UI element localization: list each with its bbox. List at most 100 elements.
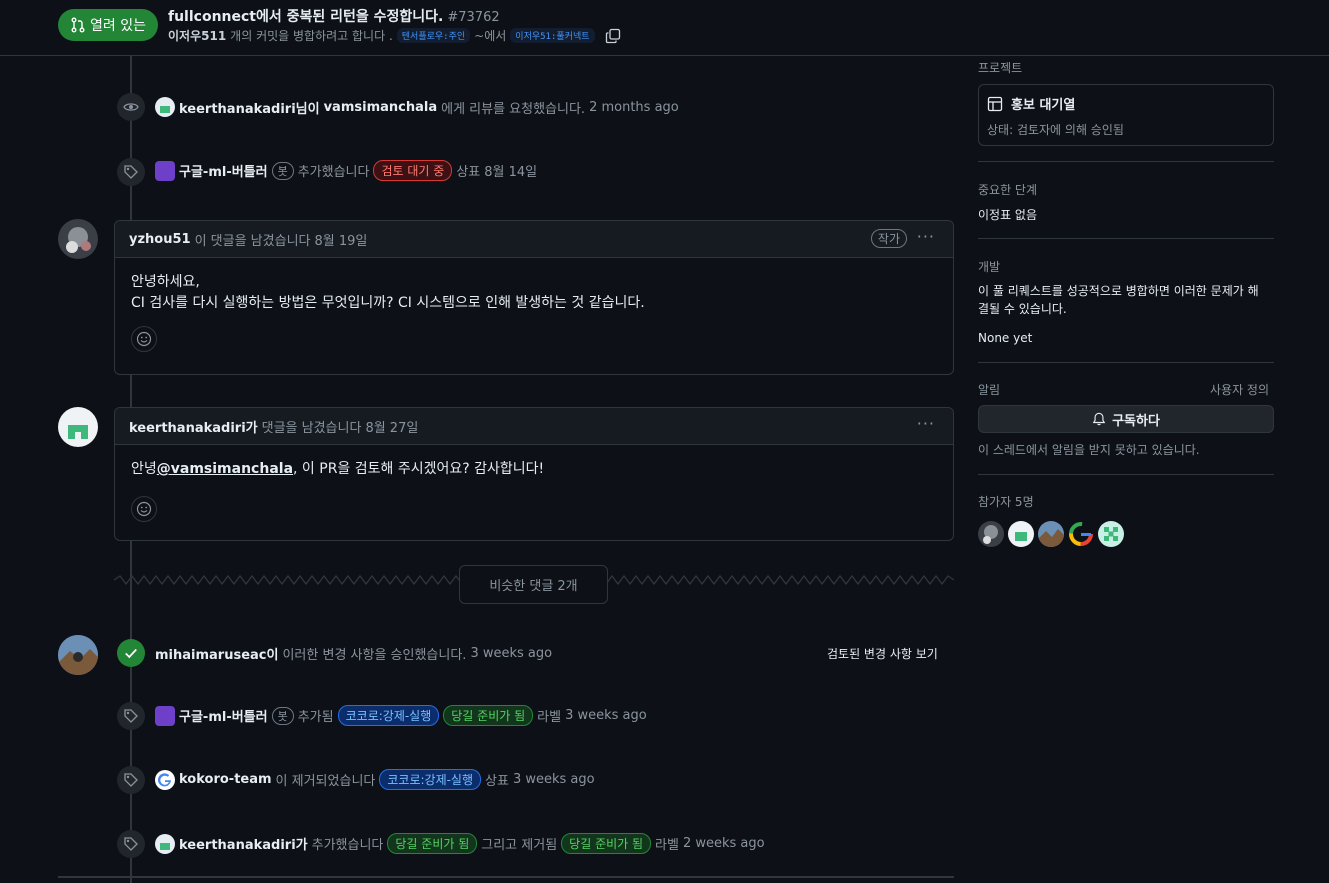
subscribe-label: 구독하다 [1112,413,1160,429]
event-time[interactable]: 3 weeks ago [565,708,647,723]
bot-badge: 봇 [271,161,294,180]
avatar[interactable] [155,833,175,854]
pr-state-label: 열려 있는 [90,18,146,34]
event-suffix: 상표 [485,774,509,789]
comment-body: 안녕@vamsimanchala, 이 PR을 검토해 주시겠어요? 감사합니다… [115,445,953,536]
project-card[interactable]: 홍보 대기열 상태: 검토자에 의해 승인됨 [978,84,1274,146]
avatar[interactable] [155,97,175,117]
user-mention[interactable]: @vamsimanchala [157,461,293,477]
base-branch[interactable]: 텐서플로우:주인 [396,28,471,43]
participant-avatar[interactable] [978,521,1004,547]
avatar[interactable] [58,407,98,447]
pr-title: fullconnect에서 중복된 리턴을 수정합니다. #73762 [168,6,500,26]
label-event-2: 구글-ml-버틀러 봇 추가됨 코코로:강제-실행 당길 준비가 됨 라벨 3 … [155,705,647,726]
label-event-4: keerthanakadiri가 추가했습니다 당길 준비가 됨 그리고 제거됨… [155,833,765,854]
view-reviewed-changes-link[interactable]: 검토된 변경 사항 보기 [827,645,938,662]
comment-time[interactable]: 8월 19일 [314,230,367,249]
comment-author[interactable]: keerthanakadiri가 [129,417,258,436]
label-awaiting-review[interactable]: 검토 대기 중 [373,160,453,181]
tag-icon [117,702,145,730]
bot-avatar[interactable] [155,705,175,726]
label-ready-to-pull[interactable]: 당길 준비가 됨 [443,705,534,726]
comment-author[interactable]: yzhou51 [129,232,191,247]
avatar[interactable] [58,219,98,259]
event-user[interactable]: keerthanakadiri가 [179,834,308,853]
tag-icon [117,830,145,858]
comment-header: yzhou51 이 댓글을 남겼습니다 8월 19일 작가 ··· [115,221,953,258]
participants-heading: 참가자 5명 [978,495,1034,509]
tag-icon [117,766,145,794]
table-icon [987,96,1003,111]
comment-time[interactable]: 8월 27일 [365,417,418,436]
timeline-end-divider [58,876,954,878]
comment-header: keerthanakadiri가 댓글을 남겼습니다 8월 27일 ··· [115,408,953,445]
milestone-heading[interactable]: 중요한 단계 [978,181,1037,198]
review-request-event: keerthanakadiri님이 vamsimanchala 에게 리뷰를 요… [155,97,679,117]
label-ready-to-pull[interactable]: 당길 준비가 됨 [561,833,652,854]
notifications-heading: 알림 [978,383,1001,397]
event-user[interactable]: kokoro-team [179,772,272,787]
pr-title-text: fullconnect에서 중복된 리턴을 수정합니다. [168,9,444,25]
pr-number: #73762 [447,10,500,25]
event-user[interactable]: 구글-ml-버틀러 [179,706,268,725]
copy-icon[interactable] [605,28,621,44]
comment-line: 안녕하세요, [131,274,200,290]
event-time[interactable]: 2 months ago [589,100,679,115]
bot-avatar[interactable] [155,160,175,181]
event-time[interactable]: 3 weeks ago [470,646,552,661]
participant-avatar[interactable] [1038,521,1064,547]
project-name[interactable]: 홍보 대기열 [1011,94,1075,113]
notification-status: 이 스레드에서 알림을 받지 못하고 있습니다. [978,443,1200,457]
event-user[interactable]: mihaimaruseac이 [155,644,278,663]
load-hidden-comments-button[interactable]: 비슷한 댓글 2개 [459,565,608,604]
event-text: 에게 리뷰를 요청했습니다. [441,101,586,117]
pr-author-link[interactable]: 이저우511 [168,27,226,44]
label-ready-to-pull[interactable]: 당길 준비가 됨 [387,833,478,854]
check-icon [117,639,145,667]
label-event-1: 구글-ml-버틀러 봇 추가했습니다 검토 대기 중 상표 8월 14일 [155,160,537,181]
comment-box: yzhou51 이 댓글을 남겼습니다 8월 19일 작가 ··· 안녕하세요,… [114,220,954,375]
label-kokoro-force-run[interactable]: 코코로:강제-실행 [379,769,482,790]
comment-body: 안녕하세요, CI 검사를 다시 실행하는 방법은 무엇입니까? CI 시스템으… [115,258,953,366]
subscribe-button[interactable]: 구독하다 [978,405,1274,433]
project-status: 상태: 검토자에 의해 승인됨 [987,123,1124,137]
pr-subtitle-mid: 개의 커밋을 병합하려고 합니다 . [230,29,393,43]
pr-state-badge: 열려 있는 [58,9,158,41]
event-suffix: 라벨 [537,710,562,725]
event-time[interactable]: 3 weeks ago [513,772,595,787]
comment-box: keerthanakadiri가 댓글을 남겼습니다 8월 27일 ··· 안녕… [114,407,954,541]
kebab-menu-icon[interactable]: ··· [917,414,935,433]
event-mid: 그리고 제거됨 [481,838,558,853]
head-branch[interactable]: 이저우51:풀커넥트 [510,28,595,43]
author-badge: 작가 [870,229,907,248]
smiley-icon[interactable] [131,496,157,522]
event-action: 추가됨 [297,710,334,725]
tag-icon [117,158,145,186]
event-action: 추가했습니다 [297,165,370,180]
kebab-menu-icon[interactable]: ··· [917,227,935,246]
event-target-user[interactable]: vamsimanchala [324,100,438,115]
event-user[interactable]: 구글-ml-버틀러 [179,161,268,180]
label-kokoro-force-run[interactable]: 코코로:강제-실행 [337,705,440,726]
comment-rest: , 이 PR을 검토해 주시겠어요? 감사합니다! [293,461,545,477]
development-text: 이 풀 리퀘스트를 성공적으로 병합하면 이러한 문제가 해결될 수 있습니다. [978,284,1259,316]
google-logo-icon[interactable] [1068,521,1094,547]
participant-avatar[interactable] [1008,521,1034,547]
smiley-icon[interactable] [131,326,157,352]
comment-action: 댓글을 남겼습니다 [261,420,362,436]
milestone-value: 이정표 없음 [978,208,1038,222]
google-logo-icon[interactable] [155,769,175,790]
pr-subtitle: 이저우511 개의 커밋을 병합하려고 합니다 . 텐서플로우:주인 ~에서 이… [168,27,621,44]
label-event-3: kokoro-team 이 제거되었습니다 코코로:강제-실행 상표 3 wee… [155,769,595,790]
sidebar-divider [978,161,1274,162]
event-time[interactable]: 8월 14일 [484,161,537,180]
participant-avatar[interactable] [1098,521,1124,547]
development-heading[interactable]: 개발 [978,258,1000,275]
bot-badge: 봇 [271,706,294,725]
event-user[interactable]: keerthanakadiri님이 [179,98,320,117]
avatar[interactable] [58,635,98,675]
event-time[interactable]: 2 weeks ago [683,836,765,851]
customize-link[interactable]: 사용자 정의 [1210,381,1269,398]
projects-heading[interactable]: 프로젝트 [978,59,1022,76]
event-action: 이 제거되었습니다 [275,774,376,789]
